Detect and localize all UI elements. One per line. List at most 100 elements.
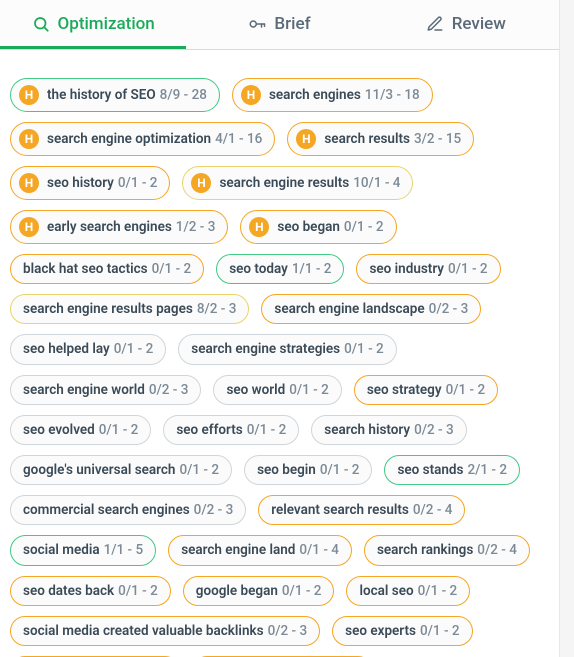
keyword-term: search engine strategies: [191, 341, 340, 357]
heading-badge: H: [19, 129, 39, 149]
keyword-term: the history of SEO: [47, 87, 156, 103]
keyword-stats: 8/2 - 3: [197, 301, 237, 317]
tab-label: Optimization: [58, 14, 155, 34]
keyword-pill[interactable]: Hseo history 0/1 - 2: [10, 166, 170, 200]
heading-badge: H: [19, 217, 39, 237]
keyword-pill[interactable]: seo begin 0/1 - 2: [244, 455, 372, 485]
heading-badge: H: [19, 85, 39, 105]
keyword-term: seo history: [47, 175, 114, 191]
keyword-term: search engine landscape: [274, 301, 424, 317]
keyword-pill[interactable]: google began 0/1 - 2: [183, 576, 335, 606]
tab-label: Review: [452, 14, 506, 34]
keyword-area: Hthe history of SEO 8/9 - 28Hsearch engi…: [0, 50, 559, 657]
keyword-pill[interactable]: search engine land 0/1 - 4: [168, 535, 352, 565]
keyword-stats: 4/1 - 16: [215, 131, 262, 147]
keyword-pill[interactable]: seo stands 2/1 - 2: [384, 455, 520, 485]
keyword-pill[interactable]: social media created valuable backlinks …: [10, 616, 320, 646]
keyword-term: seo dates back: [23, 583, 114, 599]
keyword-stats: 0/1 - 2: [99, 422, 139, 438]
keyword-stats: 1/2 - 3: [176, 219, 216, 235]
tab-strip: Optimization Brief Review: [0, 0, 559, 50]
keyword-stats: 0/1 - 2: [289, 382, 329, 398]
keyword-stats: 1/1 - 5: [104, 542, 144, 558]
keyword-stats: 3/2 - 15: [414, 131, 461, 147]
keyword-term: social media created valuable backlinks: [23, 623, 264, 639]
keyword-pill[interactable]: Hearly search engines 1/2 - 3: [10, 210, 228, 244]
tab-label: Brief: [274, 14, 310, 34]
keyword-stats: 0/1 - 4: [299, 542, 339, 558]
keyword-stats: 0/2 - 3: [194, 502, 234, 518]
heading-badge: H: [191, 173, 211, 193]
keyword-term: search engine results: [219, 175, 349, 191]
keyword-term: seo stands: [397, 462, 463, 478]
keyword-stats: 0/1 - 2: [446, 382, 486, 398]
keyword-term: search engine optimization: [47, 131, 211, 147]
keyword-pill[interactable]: seo world 0/1 - 2: [213, 375, 341, 405]
keyword-stats: 1/1 - 2: [292, 261, 332, 277]
keyword-stats: 2/1 - 2: [467, 462, 507, 478]
tab-review[interactable]: Review: [373, 0, 559, 49]
keyword-term: seo today: [229, 261, 288, 277]
keyword-stats: 0/2 - 4: [477, 542, 517, 558]
keyword-term: seo world: [226, 382, 285, 398]
keyword-stats: 0/1 - 2: [247, 422, 287, 438]
keyword-stats: 0/2 - 3: [414, 422, 454, 438]
keyword-pill[interactable]: commercial search engines 0/2 - 3: [10, 495, 246, 525]
keyword-stats: 0/2 - 4: [413, 502, 453, 518]
keyword-pill[interactable]: seo efforts 0/1 - 2: [163, 415, 299, 445]
content-panel[interactable]: Optimization Brief Review Hthe history of …: [0, 0, 560, 657]
keyword-term: search engine land: [181, 542, 295, 558]
keyword-pill[interactable]: seo today 1/1 - 2: [216, 254, 344, 284]
keyword-stats: 0/1 - 2: [179, 462, 219, 478]
keyword-pill[interactable]: black hat seo tactics 0/1 - 2: [10, 254, 204, 284]
keyword-pill[interactable]: seo industry 0/1 - 2: [356, 254, 500, 284]
keyword-stats: 0/1 - 2: [448, 261, 488, 277]
keyword-stats: 0/1 - 2: [118, 583, 158, 599]
key-icon: [248, 15, 266, 33]
keyword-term: seo helped lay: [23, 341, 110, 357]
keyword-pill[interactable]: local seo 0/1 - 2: [346, 576, 470, 606]
keyword-term: black hat seo tactics: [23, 261, 148, 277]
keyword-pill[interactable]: Hsearch engine results 10/1 - 4: [182, 166, 413, 200]
keyword-stats: 0/1 - 2: [152, 261, 192, 277]
keyword-pill[interactable]: search rankings 0/2 - 4: [364, 535, 530, 565]
keyword-pill[interactable]: Hthe history of SEO 8/9 - 28: [10, 78, 220, 112]
heading-badge: H: [241, 85, 261, 105]
keyword-term: search engines: [269, 87, 361, 103]
keyword-stats: 11/3 - 18: [365, 87, 420, 103]
keyword-term: early search engines: [47, 219, 172, 235]
keyword-pill[interactable]: seo strategy 0/1 - 2: [354, 375, 498, 405]
keyword-stats: 0/1 - 2: [118, 175, 158, 191]
keyword-pill[interactable]: social media 1/1 - 5: [10, 535, 156, 565]
keyword-stats: 0/1 - 2: [282, 583, 322, 599]
keyword-pill[interactable]: search history 0/2 - 3: [311, 415, 466, 445]
keyword-term: seo efforts: [176, 422, 242, 438]
tab-optimization[interactable]: Optimization: [0, 0, 186, 49]
keyword-pill[interactable]: search engine landscape 0/2 - 3: [261, 294, 481, 324]
keyword-pill[interactable]: search engine strategies 0/1 - 2: [178, 334, 396, 364]
keyword-term: google's universal search: [23, 462, 175, 478]
keyword-pill[interactable]: seo experts 0/1 - 2: [332, 616, 472, 646]
heading-badge: H: [296, 129, 316, 149]
keyword-pill[interactable]: seo evolved 0/1 - 2: [10, 415, 151, 445]
keyword-stats: 0/2 - 3: [149, 382, 189, 398]
keyword-pill[interactable]: Hseo began 0/1 - 2: [240, 210, 396, 244]
keyword-pill[interactable]: search engine world 0/2 - 3: [10, 375, 201, 405]
keyword-pill[interactable]: seo helped lay 0/1 - 2: [10, 334, 166, 364]
keyword-pill[interactable]: google's universal search 0/1 - 2: [10, 455, 232, 485]
keyword-pill[interactable]: seo dates back 0/1 - 2: [10, 576, 171, 606]
keyword-stats: 10/1 - 4: [353, 175, 400, 191]
keyword-pill[interactable]: Hsearch results 3/2 - 15: [287, 122, 474, 156]
keyword-pill[interactable]: search engine results pages 8/2 - 3: [10, 294, 249, 324]
keyword-term: search results: [324, 131, 410, 147]
keyword-term: search engine results pages: [23, 301, 193, 317]
tab-brief[interactable]: Brief: [186, 0, 372, 49]
keyword-term: social media: [23, 542, 100, 558]
keyword-pill[interactable]: Hsearch engine optimization 4/1 - 16: [10, 122, 275, 156]
keyword-pill[interactable]: relevant search results 0/2 - 4: [258, 495, 465, 525]
keyword-stats: 0/1 - 2: [344, 341, 384, 357]
keyword-pill[interactable]: Hsearch engines 11/3 - 18: [232, 78, 433, 112]
keyword-term: seo strategy: [367, 382, 442, 398]
keyword-term: search engine world: [23, 382, 145, 398]
heading-badge: H: [249, 217, 269, 237]
